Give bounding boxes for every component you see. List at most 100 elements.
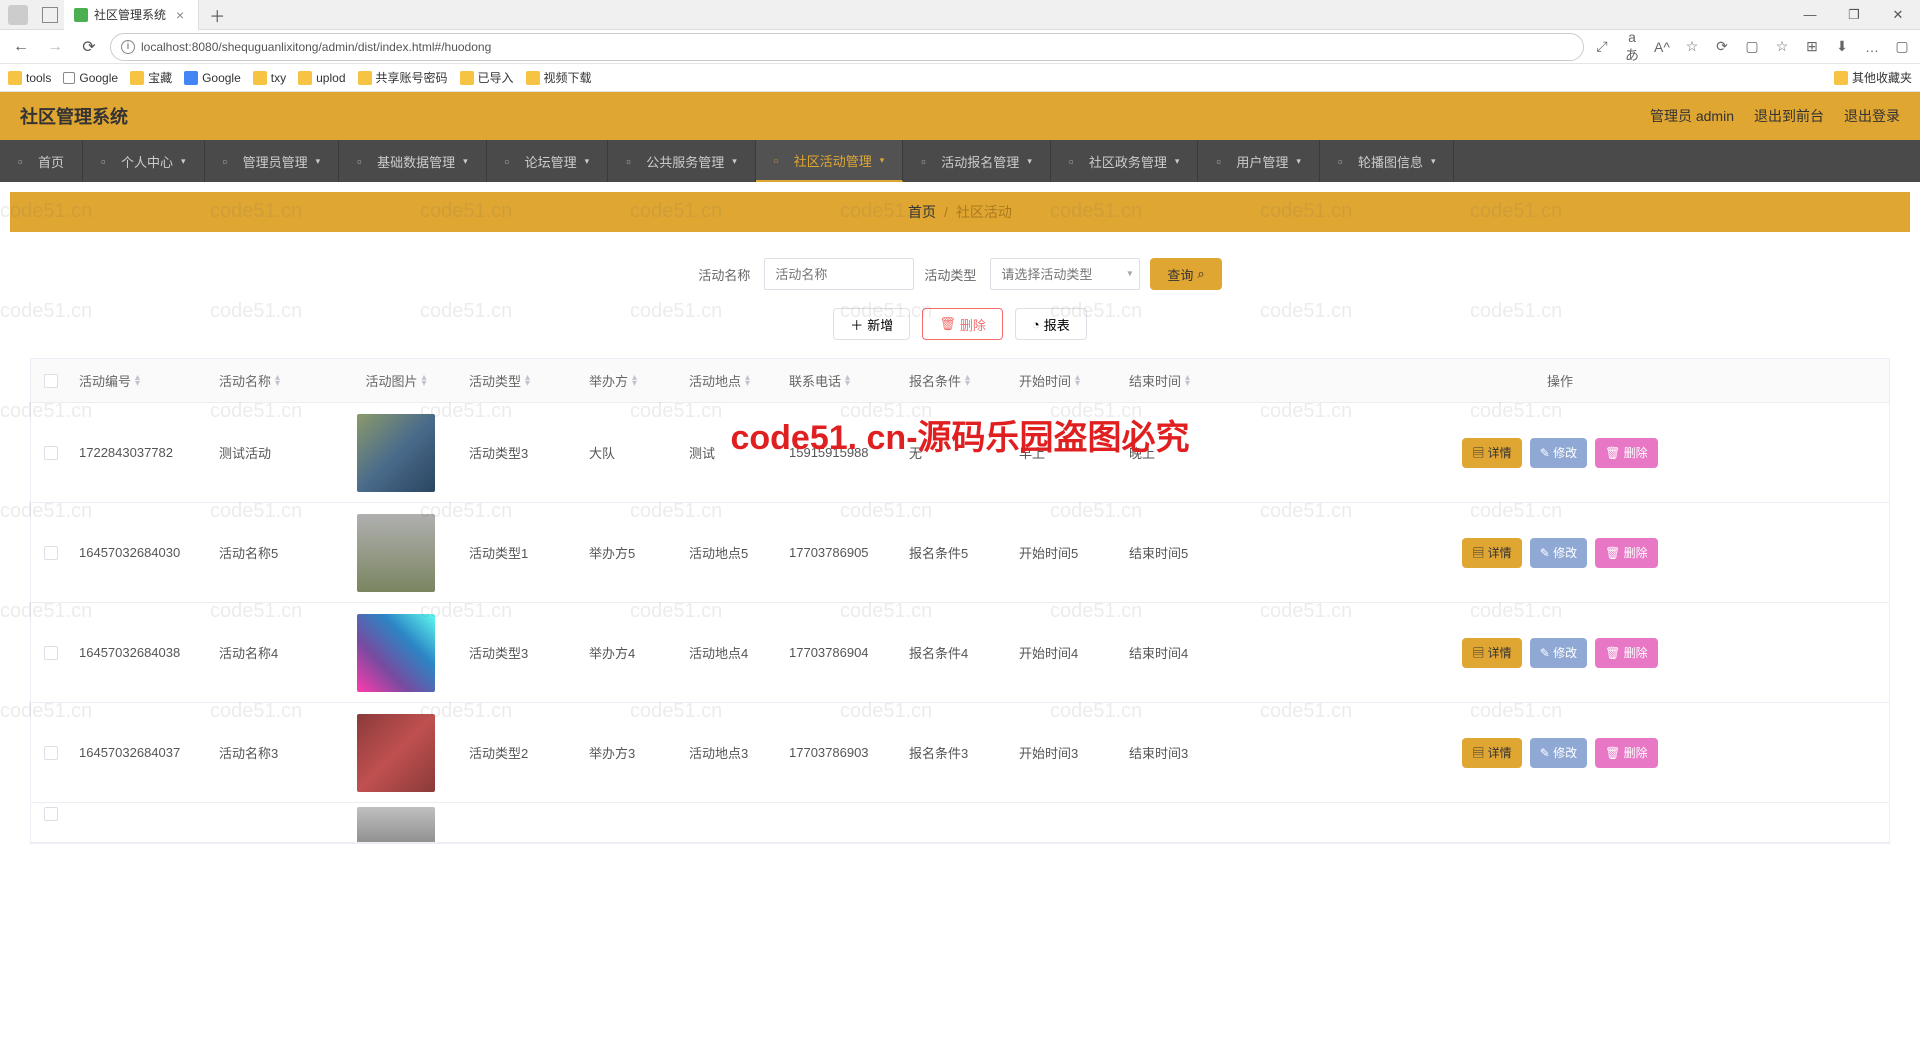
forward-button[interactable]: → [42, 34, 68, 60]
activity-image[interactable] [357, 714, 435, 792]
nav-item[interactable]: ▫基础数据管理▾ [339, 140, 487, 182]
column-header[interactable]: 活动地点▴▾ [681, 371, 781, 390]
toolbar-icon[interactable]: A^ [1652, 39, 1672, 55]
detail-button[interactable]: ▤ 详情 [1462, 438, 1521, 468]
bookmark-item[interactable]: 视频下载 [526, 69, 592, 86]
back-button[interactable]: ← [8, 34, 34, 60]
toolbar-icon[interactable]: ▢ [1892, 38, 1912, 55]
row-checkbox[interactable] [44, 646, 58, 660]
bookmark-item[interactable]: uplod [298, 71, 345, 85]
nav-item[interactable]: ▫首页 [0, 140, 83, 182]
browser-tab[interactable]: 社区管理系统 × [64, 0, 199, 30]
toolbar-icon[interactable]: ⤢ [1592, 38, 1612, 55]
row-checkbox[interactable] [44, 446, 58, 460]
profile-icon[interactable] [8, 5, 28, 25]
close-button[interactable]: ✕ [1876, 0, 1920, 30]
edit-button[interactable]: ✎ 修改 [1530, 738, 1587, 768]
column-header[interactable]: 联系电话▴▾ [781, 371, 901, 390]
column-header[interactable]: 结束时间▴▾ [1121, 371, 1231, 390]
maximize-button[interactable]: ❐ [1832, 0, 1876, 30]
cell-type: 活动类型1 [461, 543, 581, 562]
toolbar-icon[interactable]: ☆ [1682, 38, 1702, 55]
nav-item[interactable]: ▫个人中心▾ [83, 140, 205, 182]
sort-icon: ▴▾ [1075, 375, 1080, 387]
nav-item[interactable]: ▫用户管理▾ [1198, 140, 1320, 182]
bookmark-item[interactable]: tools [8, 71, 51, 85]
column-header[interactable]: 操作 [1231, 371, 1889, 390]
activity-image[interactable] [357, 807, 435, 843]
bookmark-item[interactable]: 已导入 [460, 69, 514, 86]
column-header[interactable]: 报名条件▴▾ [901, 371, 1011, 390]
cell-cond: 报名条件5 [901, 543, 1011, 562]
column-header[interactable]: 活动编号▴▾ [71, 371, 211, 390]
nav-item[interactable]: ▫管理员管理▾ [205, 140, 340, 182]
nav-item[interactable]: ▫轮播图信息▾ [1320, 140, 1455, 182]
add-button[interactable]: ＋新增 [833, 308, 910, 340]
refresh-button[interactable]: ⟳ [76, 34, 102, 60]
cell-start: 开始时间4 [1011, 643, 1121, 662]
row-checkbox[interactable] [44, 546, 58, 560]
nav-item[interactable]: ▫活动报名管理▾ [903, 140, 1051, 182]
row-checkbox[interactable] [44, 746, 58, 760]
toolbar-icon[interactable]: ⬇ [1832, 38, 1852, 55]
detail-button[interactable]: ▤ 详情 [1462, 538, 1521, 568]
toolbar-icon[interactable]: ⟳ [1712, 38, 1732, 55]
bookmark-item[interactable]: 共享账号密码 [358, 69, 448, 86]
detail-button[interactable]: ▤ 详情 [1462, 738, 1521, 768]
nav-item[interactable]: ▫社区活动管理▾ [756, 140, 904, 182]
column-header[interactable]: 活动类型▴▾ [461, 371, 581, 390]
row-delete-button[interactable]: 🗑 删除 [1595, 538, 1658, 568]
activity-image[interactable] [357, 514, 435, 592]
bookmark-item[interactable]: Google [63, 71, 118, 85]
column-header[interactable]: 活动名称▴▾ [211, 371, 331, 390]
logout-link[interactable]: 退出登录 [1844, 106, 1900, 126]
edit-button[interactable]: ✎ 修改 [1530, 538, 1587, 568]
report-button[interactable]: ◔报表 [1015, 308, 1087, 340]
app-square-icon[interactable] [42, 7, 58, 23]
nav-icon: ▫ [505, 154, 519, 168]
activity-image[interactable] [357, 414, 435, 492]
toolbar-icon[interactable]: ▢ [1742, 38, 1762, 55]
row-delete-button[interactable]: 🗑 删除 [1595, 738, 1658, 768]
chevron-down-icon: ▾ [1431, 156, 1436, 167]
toolbar-icon[interactable]: ☆ [1772, 38, 1792, 55]
toolbar-icon[interactable]: ⊞ [1802, 38, 1822, 55]
select-all-checkbox[interactable] [44, 374, 58, 388]
edit-button[interactable]: ✎ 修改 [1530, 638, 1587, 668]
bookmark-item[interactable]: Google [184, 71, 241, 85]
site-info-icon[interactable]: i [121, 40, 135, 54]
admin-label[interactable]: 管理员 admin [1650, 106, 1734, 126]
bookmark-icon [253, 71, 267, 85]
row-delete-button[interactable]: 🗑 删除 [1595, 638, 1658, 668]
cell-type: 活动类型3 [461, 443, 581, 462]
exit-to-front-link[interactable]: 退出到前台 [1754, 106, 1824, 126]
new-tab-button[interactable]: ＋ [199, 3, 235, 27]
other-bookmarks[interactable]: 其他收藏夹 [1834, 69, 1912, 86]
edit-button[interactable]: ✎ 修改 [1530, 438, 1587, 468]
bookmark-item[interactable]: 宝藏 [130, 69, 172, 86]
column-header[interactable]: 活动图片▴▾ [331, 371, 461, 390]
row-checkbox[interactable] [44, 807, 58, 821]
tab-close-button[interactable]: × [172, 7, 188, 23]
delete-button[interactable]: 🗑删除 [922, 308, 1003, 340]
bookmark-item[interactable]: txy [253, 71, 286, 85]
toolbar-icon[interactable]: aあ [1622, 29, 1642, 65]
search-button[interactable]: 查询 ⌕ [1150, 258, 1221, 290]
cell-loc: 测试 [681, 443, 781, 462]
column-header[interactable]: 开始时间▴▾ [1011, 371, 1121, 390]
row-delete-button[interactable]: 🗑 删除 [1595, 438, 1658, 468]
toolbar-icon[interactable]: … [1862, 39, 1882, 55]
minimize-button[interactable]: — [1788, 0, 1832, 30]
detail-button[interactable]: ▤ 详情 [1462, 638, 1521, 668]
filter-row: 活动名称 活动类型 ▾ 查询 ⌕ [10, 232, 1910, 300]
activity-image[interactable] [357, 614, 435, 692]
column-header[interactable]: 举办方▴▾ [581, 371, 681, 390]
cell-start: 开始时间3 [1011, 743, 1121, 762]
type-select[interactable] [990, 258, 1140, 290]
breadcrumb-home[interactable]: 首页 [908, 202, 936, 222]
address-bar[interactable]: i localhost:8080/shequguanlixitong/admin… [110, 33, 1584, 61]
nav-item[interactable]: ▫公共服务管理▾ [608, 140, 756, 182]
nav-item[interactable]: ▫论坛管理▾ [487, 140, 609, 182]
nav-item[interactable]: ▫社区政务管理▾ [1051, 140, 1199, 182]
name-input[interactable] [764, 258, 914, 290]
